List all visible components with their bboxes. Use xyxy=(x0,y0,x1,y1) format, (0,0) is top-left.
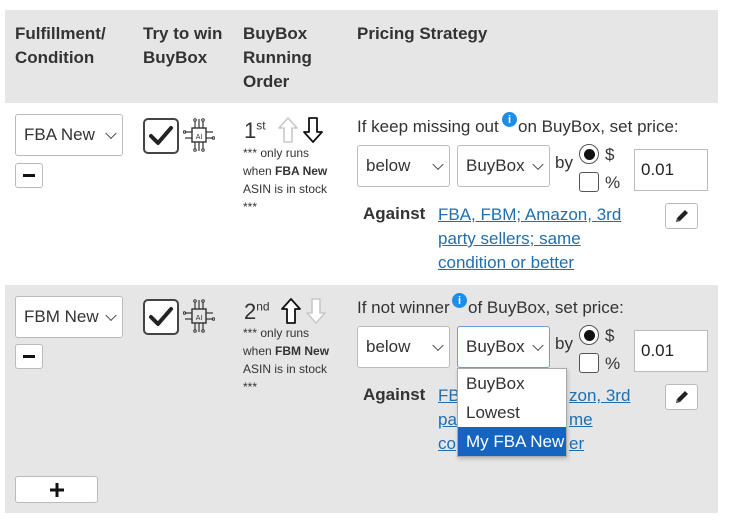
direction-select[interactable]: below xyxy=(357,145,450,187)
chevron-down-icon xyxy=(105,127,117,140)
fulfillment-value: FBA New xyxy=(24,125,95,144)
info-icon[interactable]: i xyxy=(502,112,517,127)
amount-input[interactable]: 0.01 xyxy=(634,330,708,372)
plus-icon xyxy=(49,482,64,497)
try-to-win-checkbox[interactable] xyxy=(143,118,179,154)
svg-text:AI: AI xyxy=(196,315,203,322)
chevron-down-icon xyxy=(532,339,544,352)
svg-text:AI: AI xyxy=(196,134,203,141)
remove-row-button[interactable] xyxy=(15,163,43,188)
against-link[interactable]: FBA, FBM; Amazon, 3rd party sellers; sam… xyxy=(438,203,638,275)
header-try-to-win: Try to win BuyBox xyxy=(143,24,223,67)
chevron-down-icon xyxy=(432,339,444,352)
strategy-text: If not winner xyxy=(357,298,450,317)
header-pricing-strategy: Pricing Strategy xyxy=(357,24,488,43)
check-icon xyxy=(149,126,173,145)
by-label: by xyxy=(555,334,573,353)
chevron-down-icon xyxy=(105,309,117,322)
dropdown-option-my-fba-new[interactable]: My FBA New xyxy=(458,427,566,456)
unit-dollar-radio[interactable] xyxy=(579,325,599,345)
unit-dollar-radio[interactable] xyxy=(579,144,599,164)
order-number: 1st xyxy=(244,118,266,143)
against-link-part[interactable]: zon, 3rd xyxy=(569,384,630,408)
reference-select[interactable]: BuyBox xyxy=(457,326,550,368)
edit-button[interactable] xyxy=(665,203,698,229)
unit-percent-checkbox[interactable] xyxy=(579,353,599,373)
strategy-text-end: on BuyBox, set price: xyxy=(518,117,679,136)
ai-chip-icon: AI xyxy=(183,118,215,152)
fulfillment-select[interactable]: FBM New xyxy=(15,296,123,338)
add-row-button[interactable] xyxy=(15,476,98,503)
strategy-text: If keep missing out xyxy=(357,117,499,136)
strategy-text-end: of BuyBox, set price: xyxy=(468,298,624,317)
info-icon[interactable]: i xyxy=(452,293,467,308)
pencil-icon xyxy=(675,210,688,222)
dropdown-option-buybox[interactable]: BuyBox xyxy=(458,369,566,398)
reference-dropdown-list: BuyBox Lowest My FBA New xyxy=(457,368,567,457)
check-icon xyxy=(149,307,173,326)
fulfillment-value: FBM New xyxy=(24,307,99,326)
dropdown-option-lowest[interactable]: Lowest xyxy=(458,398,566,427)
pencil-icon xyxy=(675,391,688,403)
header-running-order: BuyBox Running Order xyxy=(243,24,312,91)
unit-percent-checkbox[interactable] xyxy=(579,172,599,192)
header-fulfillment: Fulfillment/ Condition xyxy=(15,24,106,67)
arrow-down-icon[interactable] xyxy=(305,297,327,325)
edit-button[interactable] xyxy=(665,384,698,410)
reference-select[interactable]: BuyBox xyxy=(457,145,550,187)
unit-dollar-label: $ xyxy=(605,326,615,345)
unit-dollar-label: $ xyxy=(605,145,615,164)
arrow-up-icon[interactable] xyxy=(277,116,299,144)
against-link-part[interactable]: me xyxy=(569,408,593,432)
direction-value: below xyxy=(366,156,411,175)
remove-row-button[interactable] xyxy=(15,344,43,369)
fulfillment-select[interactable]: FBA New xyxy=(15,114,123,156)
arrow-up-icon[interactable] xyxy=(280,297,302,325)
reference-value: BuyBox xyxy=(466,156,525,175)
direction-select[interactable]: below xyxy=(357,326,450,368)
amount-input[interactable]: 0.01 xyxy=(634,149,708,191)
against-link-part[interactable]: pa xyxy=(438,408,457,432)
against-link-part[interactable]: co xyxy=(438,432,456,456)
order-note: *** only runs when FBM New ASIN is in st… xyxy=(243,326,330,394)
against-link-part[interactable]: er xyxy=(569,432,584,456)
arrow-down-icon[interactable] xyxy=(302,116,324,144)
unit-percent-label: % xyxy=(605,173,621,192)
against-label: Against xyxy=(363,385,426,404)
minus-icon xyxy=(23,174,35,177)
against-label: Against xyxy=(363,204,426,223)
chevron-down-icon xyxy=(432,158,444,171)
ai-chip-icon: AI xyxy=(183,299,215,333)
unit-percent-label: % xyxy=(605,354,621,373)
reference-value: BuyBox xyxy=(466,337,525,356)
order-number: 2nd xyxy=(244,299,270,324)
by-label: by xyxy=(555,153,573,172)
minus-icon xyxy=(23,355,35,358)
chevron-down-icon xyxy=(532,158,544,171)
order-note: *** only runs when FBA New ASIN is in st… xyxy=(243,146,328,214)
direction-value: below xyxy=(366,337,411,356)
try-to-win-checkbox[interactable] xyxy=(143,299,179,335)
